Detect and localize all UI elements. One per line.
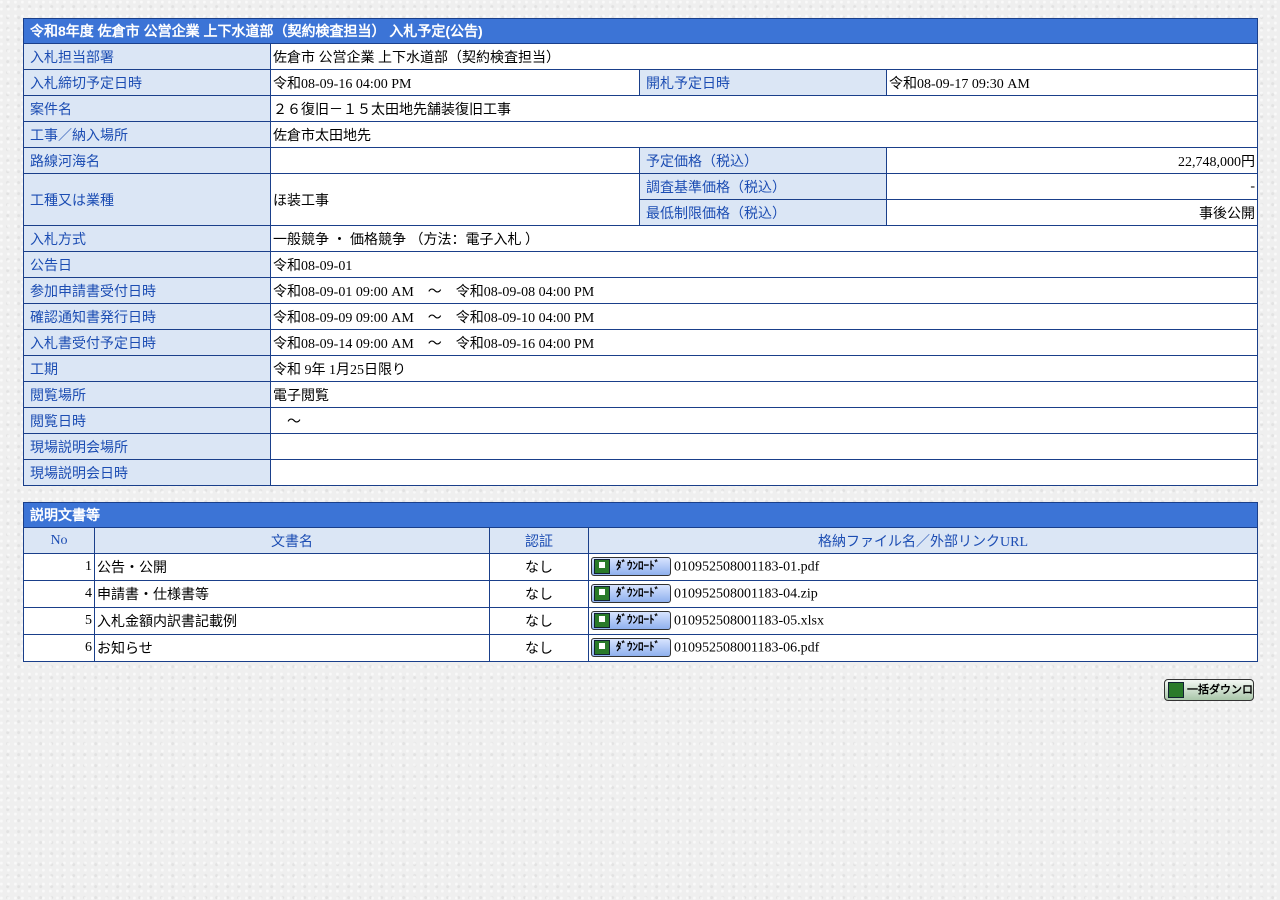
doc-name: お知らせ [94,634,490,662]
bulk-download-icon [1168,682,1184,698]
notice-date-value: 令和08-09-01 [269,251,1259,278]
doc-file-cell: ﾀﾞｳﾝﾛｰﾄﾞ 010952508001183-04.zip [588,580,1258,608]
planned-price-label: 予定価格（税込） [639,147,887,174]
download-button[interactable]: ﾀﾞｳﾝﾛｰﾄﾞ [591,556,671,576]
doc-auth: なし [489,634,589,662]
site-place-value [269,433,1259,460]
doc-no: 5 [23,607,95,635]
view-date-value: ～ [269,407,1259,434]
site-date-value [269,459,1259,486]
dept-value: 佐倉市 公営企業 上下水道部（契約検査担当） [269,43,1259,70]
method-value: 一般競争 ・ 価格競争 （方法：電子入札 ） [269,225,1259,252]
bid-receipt-label: 入札書受付予定日時 [23,329,271,356]
confirmation-value: 令和08-09-09 09:00 AM ～ 令和08-09-10 04:00 P… [269,303,1259,330]
doc-no: 4 [23,580,95,608]
method-label: 入札方式 [23,225,271,252]
doc-file-name: 010952508001183-05.xlsx [674,613,824,628]
notice-title: 令和8年度 佐倉市 公営企業 上下水道部（契約検査担当） 入札予定(公告) [22,18,1259,44]
download-button[interactable]: ﾀﾞｳﾝﾛｰﾄﾞ [591,637,671,657]
project-value: ２６復旧－１５太田地先舗装復旧工事 [269,95,1259,122]
table-row: 4 申請書・仕様書等 なし ﾀﾞｳﾝﾛｰﾄﾞ 010952508001183-04… [23,580,1258,608]
min-price-label: 最低制限価格（税込） [639,199,887,226]
doc-auth: なし [489,580,589,608]
download-button[interactable]: ﾀﾞｳﾝﾛｰﾄﾞ [591,610,671,630]
survey-price-label: 調査基準価格（税込） [639,173,887,200]
col-header-auth: 認証 [489,527,589,554]
doc-file-cell: ﾀﾞｳﾝﾛｰﾄﾞ 010952508001183-05.xlsx [588,607,1258,635]
download-button[interactable]: ﾀﾞｳﾝﾛｰﾄﾞ [591,583,671,603]
doc-name: 入札金額内訳書記載例 [94,607,490,635]
doc-auth: なし [489,607,589,635]
download-button-label: ﾀﾞｳﾝﾛｰﾄﾞ [616,613,660,626]
survey-price-value: - [885,173,1259,200]
deadline-label: 入札締切予定日時 [23,69,271,96]
view-place-value: 電子閲覧 [269,381,1259,408]
category-label: 工種又は業種 [23,173,271,226]
doc-file-name: 010952508001183-06.pdf [674,640,820,655]
view-date-label: 閲覧日時 [23,407,271,434]
application-value: 令和08-09-01 09:00 AM ～ 令和08-09-08 04:00 P… [269,277,1259,304]
view-place-label: 閲覧場所 [23,381,271,408]
table-row: 6 お知らせ なし ﾀﾞｳﾝﾛｰﾄﾞ 010952508001183-06.pdf [23,634,1258,662]
deadline-value: 令和08-09-16 04:00 PM [270,69,640,96]
download-floppy-icon [594,558,610,574]
place-value: 佐倉市太田地先 [269,121,1259,148]
doc-no: 6 [23,634,95,662]
site-date-label: 現場説明会日時 [23,459,271,486]
download-floppy-icon [594,585,610,601]
doc-name: 公告・公開 [94,553,490,581]
application-label: 参加申請書受付日時 [23,277,271,304]
doc-name: 申請書・仕様書等 [94,580,490,608]
table-row: 5 入札金額内訳書記載例 なし ﾀﾞｳﾝﾛｰﾄﾞ 010952508001183-… [23,607,1258,635]
download-floppy-icon [594,612,610,628]
documents-table: 説明文書等 No 文書名 認証 格納ファイル名／外部リンクURL 1 公告・公開… [23,502,1258,662]
project-label: 案件名 [23,95,271,122]
route-value [270,147,640,174]
site-place-label: 現場説明会場所 [23,433,271,460]
notice-panel: 令和8年度 佐倉市 公営企業 上下水道部（契約検査担当） 入札予定(公告) 入札… [22,18,1259,662]
category-value: ほ装工事 [270,173,640,226]
confirmation-label: 確認通知書発行日時 [23,303,271,330]
download-button-label: ﾀﾞｳﾝﾛｰﾄﾞ [616,559,660,572]
dept-label: 入札担当部署 [23,43,271,70]
notice-table: 令和8年度 佐倉市 公営企業 上下水道部（契約検査担当） 入札予定(公告) 入札… [22,18,1259,486]
doc-file-cell: ﾀﾞｳﾝﾛｰﾄﾞ 010952508001183-06.pdf [588,634,1258,662]
download-button-label: ﾀﾞｳﾝﾛｰﾄﾞ [616,640,660,653]
doc-file-cell: ﾀﾞｳﾝﾛｰﾄﾞ 010952508001183-01.pdf [588,553,1258,581]
min-price-value: 事後公開 [885,199,1259,226]
col-header-name: 文書名 [94,527,490,554]
route-label: 路線河海名 [23,147,271,174]
doc-file-name: 010952508001183-04.zip [674,586,818,601]
documents-title: 説明文書等 [23,502,1258,528]
period-label: 工期 [23,355,271,382]
opening-value: 令和08-09-17 09:30 AM [885,69,1259,96]
place-label: 工事／納入場所 [23,121,271,148]
period-value: 令和 9年 1月25日限り [269,355,1259,382]
planned-price-value: 22,748,000円 [885,147,1259,174]
bulk-download-label: 一括ダウンロード [1187,684,1253,696]
col-header-file: 格納ファイル名／外部リンクURL [588,527,1258,554]
opening-label: 開札予定日時 [639,69,887,96]
doc-no: 1 [23,553,95,581]
bulk-download-button[interactable]: 一括ダウンロード [1164,679,1254,701]
notice-date-label: 公告日 [23,251,271,278]
download-floppy-icon [594,639,610,655]
download-button-label: ﾀﾞｳﾝﾛｰﾄﾞ [616,586,660,599]
doc-auth: なし [489,553,589,581]
col-header-no: No [23,527,95,554]
table-row: 1 公告・公開 なし ﾀﾞｳﾝﾛｰﾄﾞ 010952508001183-01.pd… [23,553,1258,581]
doc-file-name: 010952508001183-01.pdf [674,559,820,574]
bid-receipt-value: 令和08-09-14 09:00 AM ～ 令和08-09-16 04:00 P… [269,329,1259,356]
